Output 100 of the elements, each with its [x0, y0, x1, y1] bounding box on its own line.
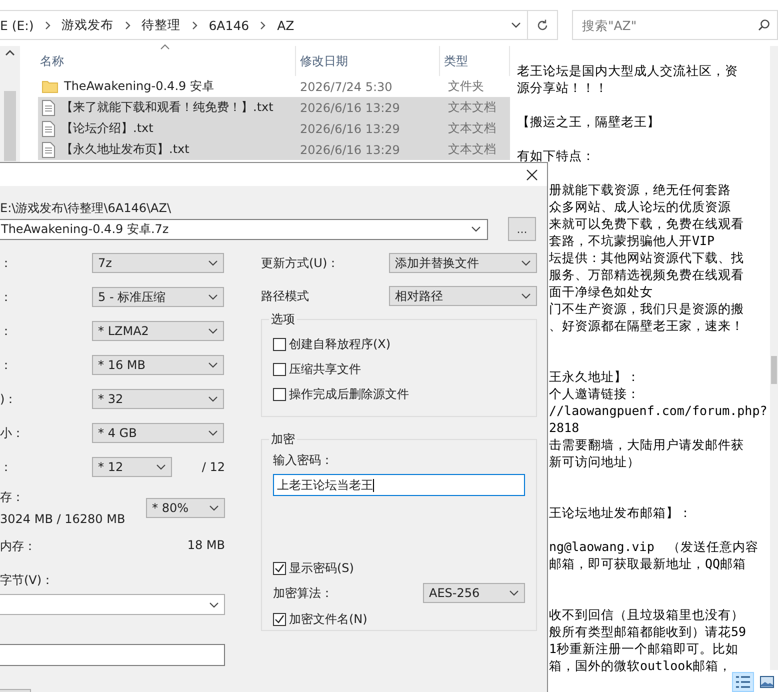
- preview-text-line: 收不到回信（且垃圾箱里也没有）: [549, 607, 744, 622]
- encrypt-names-checkbox[interactable]: 加密文件名(N): [273, 609, 368, 629]
- folder-path: E:\游戏发布\待整理\6A146\AZ\: [0, 200, 172, 216]
- scroll-thumb[interactable]: [771, 356, 777, 384]
- file-type: 文本文档: [447, 120, 496, 137]
- preview-text-line: 王永久地址】：: [549, 369, 640, 384]
- setting-label: ：: [0, 322, 13, 340]
- column-header[interactable]: 修改日期: [296, 46, 440, 76]
- scroll-up-icon[interactable]: [5, 50, 15, 56]
- dropdown-caret-icon: [208, 260, 218, 266]
- file-name: 【永久地址发布页】.txt: [61, 141, 190, 158]
- checkbox[interactable]: [273, 388, 286, 400]
- setting-dropdown[interactable]: 5 - 标准压缩: [92, 287, 224, 307]
- encryption-method-dropdown[interactable]: AES-256: [423, 583, 525, 603]
- text-file-icon: [42, 120, 55, 136]
- preview-text-line: 般所有类型邮箱都能收到）请花59: [549, 624, 746, 639]
- input-field[interactable]: [0, 644, 225, 666]
- encryption-method-label: 加密算法：: [273, 584, 333, 602]
- dropdown-caret-icon: [521, 293, 531, 299]
- checkbox[interactable]: [273, 362, 286, 376]
- preview-text-line: 门不生产资源，我们只是资源的搬: [549, 301, 744, 316]
- file-row[interactable]: 【永久地址发布页】.txt 2026/6/16 13:29 文本文档: [38, 139, 510, 160]
- preview-text-line: 面干净绿色如处女: [549, 284, 653, 299]
- preview-text-line: 册就能下载资源，绝无任何套路: [549, 182, 731, 197]
- setting-label: ：: [0, 356, 13, 374]
- setting-dropdown[interactable]: * 16 MB: [92, 355, 224, 375]
- chevron-icon: [260, 20, 266, 30]
- archive-name-field[interactable]: TheAwakening-0.4.9 安卓.7z: [0, 218, 488, 240]
- breadcrumb-item[interactable]: E (E:): [0, 18, 34, 32]
- path-mode-dropdown[interactable]: 相对路径: [389, 286, 537, 306]
- preview-text-line: 击需要翻墙，大陆用户请发邮件获: [549, 437, 744, 452]
- show-password-checkbox[interactable]: 显示密码(S): [273, 558, 354, 578]
- browse-button[interactable]: ...: [508, 217, 536, 241]
- setting-label: ：: [0, 288, 13, 306]
- parameters-label: 字节(V)：: [0, 572, 55, 589]
- breadcrumb-item[interactable]: 游戏发布: [62, 16, 114, 34]
- dropdown-caret-icon: [208, 328, 218, 334]
- setting-dropdown[interactable]: * 12: [92, 457, 172, 477]
- file-row[interactable]: 【论坛介绍】.txt 2026/6/16 13:29 文本文档: [38, 118, 510, 139]
- preview-text-line: 王论坛地址发布邮箱】：: [549, 505, 692, 520]
- file-row[interactable]: 【来了就能下载和观看！纯免费！】.txt 2026/6/16 13:29 文本文档: [38, 97, 510, 118]
- dropdown-caret-icon: [209, 602, 219, 608]
- preview-text-line: 来就可以免费下载，免费在线观看: [549, 216, 744, 231]
- preview-text-line: 老王论坛是国内大型成人交流社区，资: [517, 63, 738, 78]
- dropdown-caret-icon: [521, 260, 531, 266]
- dropdown-caret-icon: [509, 590, 519, 596]
- checkbox[interactable]: [273, 612, 286, 626]
- preview-text-line: //laowangpuenf.com/forum.php?: [549, 403, 768, 418]
- setting-dropdown[interactable]: * LZMA2: [92, 321, 224, 341]
- update-mode-dropdown[interactable]: 添加并替换文件: [389, 253, 537, 273]
- breadcrumb-item[interactable]: 待整理: [142, 16, 181, 34]
- option-checkbox[interactable]: 压缩共享文件: [273, 359, 361, 379]
- option-checkbox[interactable]: 创建自释放程序(X): [273, 334, 391, 354]
- refresh-icon: [536, 18, 549, 32]
- breadcrumb-item[interactable]: AZ: [277, 18, 294, 32]
- address-bar[interactable]: E (E:) 游戏发布 待整理 6A146 AZ: [0, 10, 528, 40]
- preview-text-line: ng@laowang.vip （发送任意内容: [549, 539, 758, 554]
- thumbnail-view-icon: [760, 676, 774, 688]
- folder-icon: [42, 80, 58, 93]
- dropdown-caret-icon[interactable]: [511, 22, 521, 28]
- checkbox[interactable]: [273, 562, 286, 574]
- password-field[interactable]: 上老王论坛当老王: [273, 474, 525, 496]
- scrollbar[interactable]: [770, 46, 778, 670]
- file-name: 【来了就能下载和观看！纯免费！】.txt: [61, 99, 274, 116]
- sort-caret-icon: [160, 44, 170, 50]
- file-row[interactable]: TheAwakening-0.4.9 安卓 2026/7/24 5:30 文件夹: [38, 76, 510, 97]
- column-header[interactable]: 类型: [440, 46, 510, 76]
- file-name: 【论坛介绍】.txt: [61, 120, 154, 137]
- preview-text-line: 套路，不坑蒙拐骗他人开VIP: [549, 233, 715, 248]
- setting-dropdown[interactable]: * 4 GB: [92, 423, 224, 443]
- setting-dropdown[interactable]: 7z: [92, 253, 224, 273]
- file-type: 文本文档: [447, 141, 496, 158]
- decompress-memory-label: 内存：: [0, 538, 36, 555]
- refresh-button[interactable]: [528, 10, 558, 40]
- scroll-thumb[interactable]: [4, 91, 16, 161]
- preview-text-line: 坛提供：其他网站资源代下载、找: [549, 250, 744, 265]
- setting-dropdown[interactable]: * 32: [92, 389, 224, 409]
- text-file-icon: [42, 100, 55, 116]
- breadcrumb-item[interactable]: 6A146: [208, 18, 250, 32]
- column-header[interactable]: 名称: [38, 46, 296, 76]
- search-field[interactable]: 搜索"AZ": [572, 10, 778, 40]
- search-icon: [758, 19, 770, 31]
- preview-text-line: 【搬运之王，隔壁老王】: [517, 114, 660, 129]
- close-icon[interactable]: [526, 169, 538, 181]
- file-date: 2026/6/16 13:29: [299, 100, 401, 114]
- memory-percent-dropdown[interactable]: * 80%: [146, 498, 225, 518]
- option-checkbox[interactable]: 操作完成后删除源文件: [273, 384, 409, 404]
- chevron-icon: [124, 20, 131, 30]
- details-view-button[interactable]: [732, 672, 754, 692]
- dropdown-caret-icon: [208, 362, 218, 368]
- dropdown-caret-icon: [208, 430, 218, 436]
- preview-text-line: 个人邀请链接：: [549, 386, 640, 401]
- group-title: 选项: [269, 311, 297, 328]
- dropdown-caret-icon: [156, 464, 166, 470]
- checkbox[interactable]: [273, 338, 286, 350]
- file-date: 2026/6/16 13:29: [299, 122, 401, 136]
- chevron-icon: [44, 20, 51, 30]
- file-type: 文件夹: [447, 78, 484, 95]
- preview-text-line: 有如下特点：: [517, 148, 595, 163]
- file-date: 2026/6/16 13:29: [299, 142, 401, 156]
